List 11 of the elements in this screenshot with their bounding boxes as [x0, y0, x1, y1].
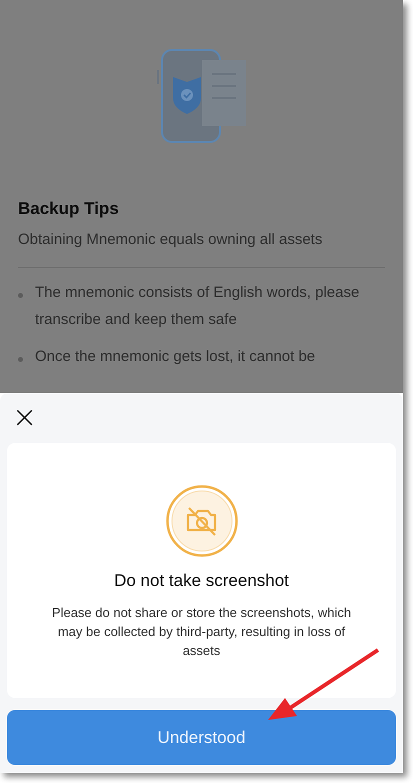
- shield-phone-icon: [156, 48, 246, 144]
- close-button[interactable]: ×: [12, 405, 36, 431]
- bullet-icon: [18, 357, 23, 362]
- no-camera-icon: [166, 485, 238, 557]
- bullet-icon: [18, 293, 23, 298]
- dialog-title: Do not take screenshot: [114, 571, 289, 591]
- tip-text: The mnemonic consists of English words, please transcribe and keep them safe: [35, 283, 360, 330]
- section-subtitle: Obtaining Mnemonic equals owning all assets: [18, 231, 324, 248]
- tip-text: Once the mnemonic gets lost, it cannot be: [35, 347, 316, 367]
- dialog-message: Please do not share or store the screenshots, which may be collected by third-party, resulting in loss of assets: [50, 604, 352, 660]
- section-title: Backup Tips: [18, 199, 120, 219]
